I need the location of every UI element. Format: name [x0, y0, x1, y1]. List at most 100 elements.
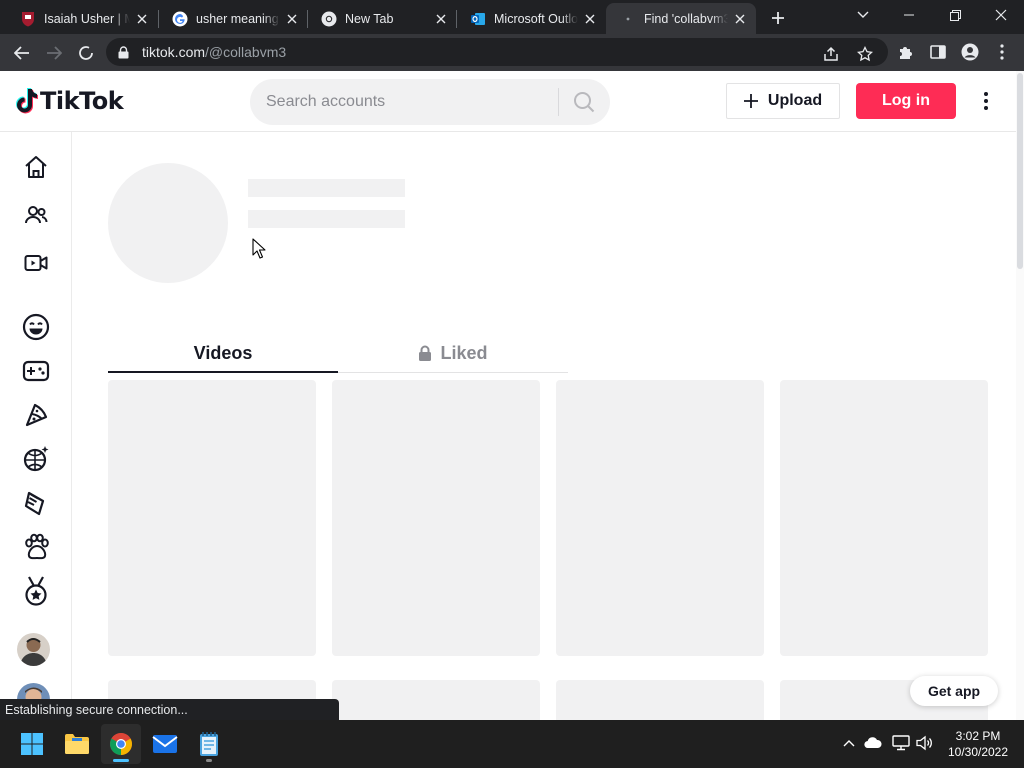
restore-button[interactable]	[932, 0, 978, 30]
extensions-puzzle-icon[interactable]	[896, 42, 916, 62]
windows-start-icon	[21, 733, 43, 755]
minimize-button[interactable]	[886, 0, 932, 30]
video-placeholder	[108, 380, 316, 656]
search-button[interactable]	[559, 79, 609, 125]
tab-liked[interactable]: Liked	[338, 334, 568, 372]
dance-icon[interactable]	[16, 441, 56, 477]
share-icon[interactable]	[822, 45, 840, 63]
close-tab-icon[interactable]	[582, 11, 598, 27]
food-icon[interactable]	[16, 397, 56, 433]
tab-search-button[interactable]	[840, 0, 886, 30]
browser-tab-new-tab[interactable]: New Tab	[307, 3, 457, 34]
close-tab-icon[interactable]	[433, 11, 449, 27]
stop-loading-button[interactable]	[73, 40, 99, 66]
chrome-taskbar-button[interactable]	[101, 724, 141, 764]
video-placeholder	[332, 380, 540, 656]
video-placeholder	[556, 680, 764, 720]
sports-icon[interactable]	[16, 573, 56, 609]
file-explorer-icon	[65, 734, 89, 754]
new-tab-button[interactable]	[766, 6, 790, 30]
notepad-button[interactable]	[189, 724, 229, 764]
browser-status-bubble: Establishing secure connection...	[0, 699, 339, 720]
following-icon[interactable]	[16, 197, 56, 233]
tiktok-page: TikTok Upload Log in	[0, 71, 1024, 720]
logo-wordmark: TikTok	[40, 87, 124, 115]
arrow-right-icon	[47, 46, 62, 60]
close-tab-icon[interactable]	[134, 11, 150, 27]
onedrive-icon[interactable]	[862, 732, 884, 754]
home-icon[interactable]	[16, 149, 56, 185]
tab-title: Find 'collabvm3	[644, 11, 728, 26]
more-menu-button[interactable]	[976, 89, 996, 113]
animals-icon[interactable]	[16, 529, 56, 565]
username-placeholder	[248, 179, 405, 197]
minimize-icon	[904, 14, 914, 16]
url-domain: tiktok.com	[142, 44, 206, 60]
close-window-button[interactable]	[978, 0, 1024, 30]
chrome-icon	[110, 733, 132, 755]
tiktok-logo[interactable]: TikTok	[16, 85, 124, 117]
harvard-shield-icon	[20, 11, 36, 27]
avatar-placeholder	[108, 163, 228, 283]
restore-icon	[949, 9, 961, 21]
browser-tab-outlook[interactable]: Microsoft Outlo	[456, 3, 606, 34]
tab-videos[interactable]: Videos	[108, 334, 338, 372]
lock-icon	[419, 345, 432, 361]
profile-icon[interactable]	[960, 42, 980, 62]
close-tab-icon[interactable]	[284, 11, 300, 27]
clock-time: 3:02 PM	[955, 729, 1001, 743]
bookmark-star-icon[interactable]	[856, 45, 874, 63]
video-placeholder	[332, 680, 540, 720]
taskbar-clock[interactable]: 3:02 PM 10/30/2022	[940, 728, 1016, 760]
active-tab-indicator	[108, 371, 338, 373]
suggested-account-avatar[interactable]	[17, 633, 50, 666]
close-tab-icon[interactable]	[732, 11, 748, 27]
tiktok-header: TikTok Upload Log in	[0, 71, 1024, 132]
side-panel-icon[interactable]	[928, 42, 948, 62]
search-icon	[574, 92, 595, 113]
outlook-icon	[470, 11, 486, 27]
loading-spinner-icon	[79, 46, 93, 60]
tiktok-note-icon	[16, 88, 38, 114]
browser-tab-isaiah-usher[interactable]: Isaiah Usher | M	[6, 3, 158, 34]
tiktok-sidebar	[0, 132, 72, 720]
upload-label: Upload	[767, 92, 823, 109]
get-app-button[interactable]: Get app	[910, 676, 998, 706]
chevron-up-icon[interactable]	[838, 732, 860, 754]
nickname-placeholder	[248, 210, 405, 228]
gaming-icon[interactable]	[16, 353, 56, 389]
mail-button[interactable]	[145, 724, 185, 764]
search-input[interactable]	[266, 93, 546, 111]
running-indicator	[113, 759, 129, 762]
login-label: Log in	[882, 92, 930, 109]
back-button[interactable]	[9, 40, 35, 66]
status-text: Establishing secure connection...	[5, 702, 188, 717]
chrome-menu-icon[interactable]	[992, 42, 1012, 62]
tab-title: usher meaning	[196, 11, 279, 26]
scrollbar-thumb[interactable]	[1017, 73, 1023, 269]
start-button[interactable]	[12, 724, 52, 764]
beauty-icon[interactable]	[16, 485, 56, 521]
browser-tab-usher-meaning[interactable]: usher meaning	[158, 3, 308, 34]
login-button[interactable]: Log in	[856, 83, 956, 119]
network-icon[interactable]	[890, 732, 912, 754]
file-explorer-button[interactable]	[57, 724, 97, 764]
live-icon[interactable]	[16, 245, 56, 281]
get-app-label: Get app	[927, 683, 981, 699]
loading-dot-icon	[620, 11, 636, 27]
comedy-icon[interactable]	[16, 309, 56, 345]
tab-liked-label: Liked	[440, 342, 488, 363]
notepad-icon	[200, 732, 218, 756]
lock-icon[interactable]	[118, 45, 132, 59]
volume-icon[interactable]	[914, 732, 936, 754]
tab-title: New Tab	[345, 11, 394, 26]
address-bar[interactable]: tiktok.com/@collabvm3	[106, 38, 888, 66]
tab-title: Microsoft Outlo	[494, 11, 578, 26]
browser-tab-find-collabvm3[interactable]: Find 'collabvm3	[606, 3, 756, 34]
video-placeholder	[556, 380, 764, 656]
forward-button[interactable]	[41, 40, 67, 66]
page-scrollbar[interactable]	[1016, 71, 1024, 720]
close-icon	[995, 9, 1007, 21]
running-indicator	[206, 759, 212, 762]
upload-button[interactable]: Upload	[726, 83, 840, 119]
